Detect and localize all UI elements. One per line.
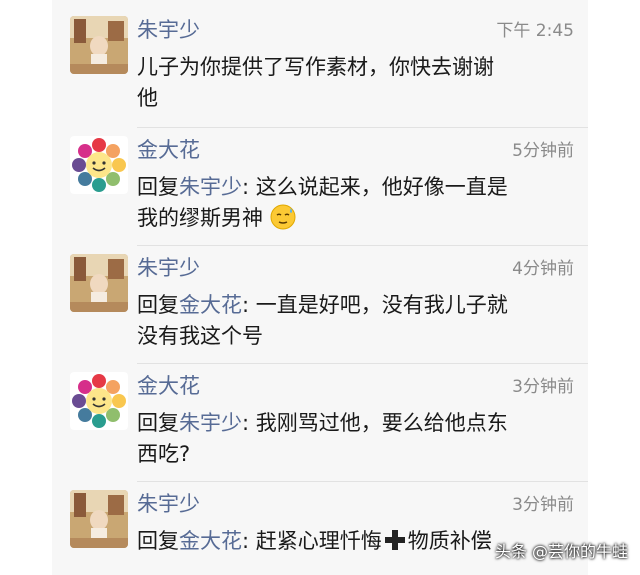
comment-line: 西吃?	[137, 439, 585, 470]
source-watermark: 头条 @芸你的牛蛙	[494, 542, 628, 561]
comment-time: 3分钟前	[512, 377, 574, 397]
heavy-plus-icon	[384, 529, 406, 551]
comment-line-text: 西吃?	[137, 442, 191, 466]
divider	[137, 481, 588, 482]
commenter-name[interactable]: 金大花	[137, 136, 200, 164]
comment-line: 回复金大花: 一直是好吧，没有我儿子就	[137, 290, 585, 321]
reply-prefix: 回复	[137, 175, 179, 199]
comment-line-text: : 这么说起来，他好像一直是	[242, 175, 508, 199]
rainbow-flower-avatar-icon[interactable]	[70, 372, 128, 430]
comment-line-text: 儿子为你提供了写作素材，你快去谢谢	[137, 55, 494, 79]
photo-avatar-icon[interactable]	[70, 254, 128, 312]
commenter-name[interactable]: 朱宇少	[137, 16, 200, 44]
comment-line: 儿子为你提供了写作素材，你快去谢谢	[137, 52, 585, 83]
comment-line-text: 他	[137, 86, 158, 110]
reply-mention-link[interactable]: 金大花	[179, 293, 242, 317]
comment-text: 回复朱宇少: 我刚骂过他，要么给他点东 西吃?	[137, 408, 585, 470]
comment-text: 回复朱宇少: 这么说起来，他好像一直是 我的缪斯男神	[137, 172, 585, 234]
reply-mention-link[interactable]: 朱宇少	[179, 411, 242, 435]
comment-line: 回复朱宇少: 我刚骂过他，要么给他点东	[137, 408, 585, 439]
rainbow-flower-avatar-icon[interactable]	[70, 136, 128, 194]
photo-avatar-icon[interactable]	[70, 490, 128, 548]
comment-line: 没有我这个号	[137, 321, 585, 352]
commenter-name[interactable]: 朱宇少	[137, 254, 200, 282]
comment-text: 儿子为你提供了写作素材，你快去谢谢 他	[137, 52, 585, 114]
comment-line: 他	[137, 83, 585, 114]
comment-item: 朱宇少 4分钟前 回复金大花: 一直是好吧，没有我儿子就 没有我这个号	[52, 254, 588, 354]
comment-item: 金大花 5分钟前 回复朱宇少: 这么说起来，他好像一直是 我的缪斯男神	[52, 136, 588, 236]
divider	[137, 245, 588, 246]
comment-line: 回复朱宇少: 这么说起来，他好像一直是	[137, 172, 585, 203]
comment-item: 朱宇少 下午 2:45 儿子为你提供了写作素材，你快去谢谢 他	[52, 16, 588, 116]
photo-avatar-icon[interactable]	[70, 16, 128, 74]
comment-line: 我的缪斯男神	[137, 203, 585, 234]
comment-line-text: 没有我这个号	[137, 324, 263, 348]
divider	[137, 363, 588, 364]
reply-prefix: 回复	[137, 411, 179, 435]
divider	[137, 127, 588, 128]
comment-time: 4分钟前	[512, 259, 574, 279]
reply-prefix: 回复	[137, 293, 179, 317]
comment-line-text: 我的缪斯男神	[137, 206, 263, 230]
comment-text: 回复金大花: 一直是好吧，没有我儿子就 没有我这个号	[137, 290, 585, 352]
comment-line-text: : 赶紧心理忏悔	[242, 529, 382, 553]
reply-mention-link[interactable]: 朱宇少	[179, 175, 242, 199]
comment-time: 3分钟前	[512, 495, 574, 515]
comment-line-text: 物质补偿	[407, 529, 492, 553]
comment-item: 金大花 3分钟前 回复朱宇少: 我刚骂过他，要么给他点东 西吃?	[52, 372, 588, 472]
comment-line-text: : 我刚骂过他，要么给他点东	[242, 411, 508, 435]
comment-line-text: : 一直是好吧，没有我儿子就	[242, 293, 508, 317]
reply-prefix: 回复	[137, 529, 179, 553]
commenter-name[interactable]: 金大花	[137, 372, 200, 400]
comment-time: 5分钟前	[512, 141, 574, 161]
reply-mention-link[interactable]: 金大花	[179, 529, 242, 553]
relieved-sweat-emoji-icon	[270, 204, 296, 230]
commenter-name[interactable]: 朱宇少	[137, 490, 200, 518]
comment-time: 下午 2:45	[496, 21, 574, 41]
